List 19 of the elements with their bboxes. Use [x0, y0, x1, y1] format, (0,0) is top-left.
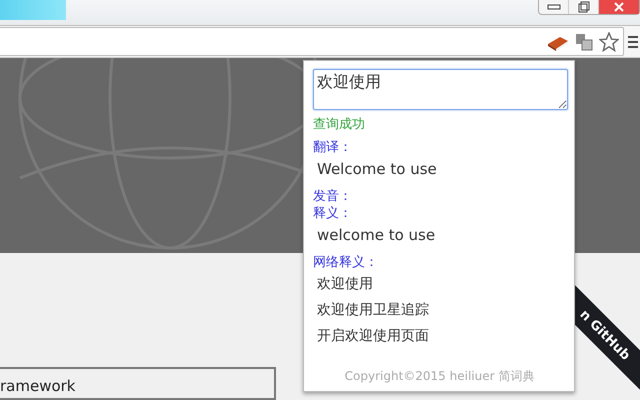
section-label: 释义：	[313, 206, 353, 222]
status-text: 查询成功	[313, 117, 366, 133]
menu-icon[interactable]	[628, 34, 638, 48]
query-field[interactable]: 欢迎使用	[313, 69, 568, 110]
copyright-text: Copyright©2015 heiliuer 简词典	[344, 368, 536, 385]
close-button[interactable]	[599, 0, 639, 14]
definition-text: Welcome to use	[316, 159, 438, 180]
section-label: 网络释义：	[313, 255, 379, 271]
framework-text: ramework	[0, 367, 276, 400]
definition-text: 欢迎使用	[316, 275, 374, 294]
minimize-icon	[546, 4, 560, 10]
restore-icon	[578, 1, 590, 13]
close-icon	[613, 1, 625, 13]
section-label: 翻译：	[313, 140, 353, 156]
definition-text: 欢迎使用卫星追踪	[316, 301, 430, 320]
definition-text: 开启欢迎使用页面	[316, 327, 430, 346]
star-icon[interactable]	[599, 32, 619, 52]
definition-text: welcome to use	[316, 225, 436, 246]
section-label: 发音：	[313, 189, 353, 205]
